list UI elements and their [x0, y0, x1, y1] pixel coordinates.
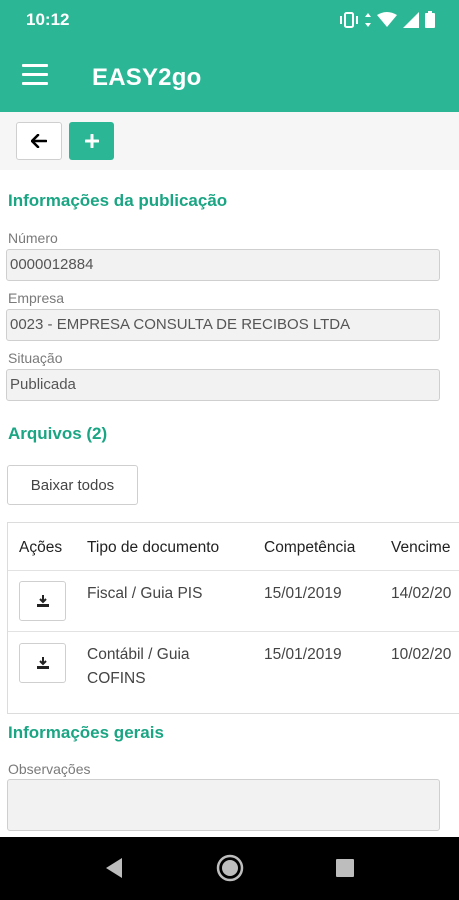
download-icon — [36, 657, 49, 669]
app-title: EASY2go — [92, 64, 202, 91]
numero-label: Número — [8, 230, 58, 246]
table-cell-competencia: 15/01/2019 — [264, 646, 342, 663]
column-header-competencia: Competência — [264, 539, 356, 556]
download-file-button[interactable] — [19, 643, 66, 683]
table-cell-tipo-line2: COFINS — [87, 670, 146, 687]
table-cell-vencimento: 10/02/20 — [391, 646, 452, 663]
empresa-field: 0023 - EMPRESA CONSULTA DE RECIBOS LTDA — [6, 309, 440, 341]
table-cell-vencimento: 14/02/20 — [391, 585, 452, 602]
situacao-label: Situação — [8, 350, 63, 366]
column-header-vencimento: Vencime — [391, 539, 451, 556]
wifi-icon — [377, 11, 397, 27]
header-divider — [8, 570, 459, 571]
vibrate-icon — [340, 11, 358, 28]
download-all-button[interactable]: Baixar todos — [7, 465, 138, 505]
status-bar: 10:12 — [0, 0, 459, 40]
files-table: Ações Tipo de documento Competência Venc… — [7, 522, 459, 714]
plus-icon — [84, 134, 99, 148]
app-bar: EASY2go — [0, 40, 459, 112]
download-file-button[interactable] — [19, 581, 66, 621]
add-button[interactable] — [69, 122, 114, 160]
nav-home-icon[interactable] — [216, 854, 244, 882]
nav-back-icon[interactable] — [104, 857, 124, 879]
table-cell-tipo: Fiscal / Guia PIS — [87, 585, 203, 602]
column-header-acoes: Ações — [19, 539, 63, 556]
row-divider — [8, 631, 459, 632]
column-header-tipo: Tipo de documento — [87, 539, 220, 556]
table-cell-tipo: Contábil / Guia — [87, 646, 190, 663]
status-icons — [339, 11, 435, 28]
table-cell-competencia: 15/01/2019 — [264, 585, 342, 602]
nav-recents-icon[interactable] — [335, 858, 355, 878]
back-button[interactable] — [16, 122, 62, 160]
section-title-files: Arquivos (2) — [8, 424, 108, 443]
menu-icon[interactable] — [22, 64, 50, 88]
download-icon — [36, 595, 49, 607]
numero-field: 0000012884 — [6, 249, 440, 281]
data-arrows-icon — [365, 12, 371, 27]
observacoes-label: Observações — [8, 761, 91, 777]
arrow-left-icon — [31, 134, 47, 148]
signal-icon — [403, 11, 419, 28]
empresa-label: Empresa — [8, 290, 65, 306]
battery-icon — [425, 11, 435, 28]
section-title-publication: Informações da publicação — [8, 191, 228, 210]
action-toolbar — [0, 112, 459, 170]
system-nav-bar — [0, 837, 459, 900]
section-title-general: Informações gerais — [8, 723, 164, 742]
observacoes-field — [7, 779, 440, 831]
situacao-field: Publicada — [6, 369, 440, 401]
status-time: 10:12 — [26, 10, 70, 29]
